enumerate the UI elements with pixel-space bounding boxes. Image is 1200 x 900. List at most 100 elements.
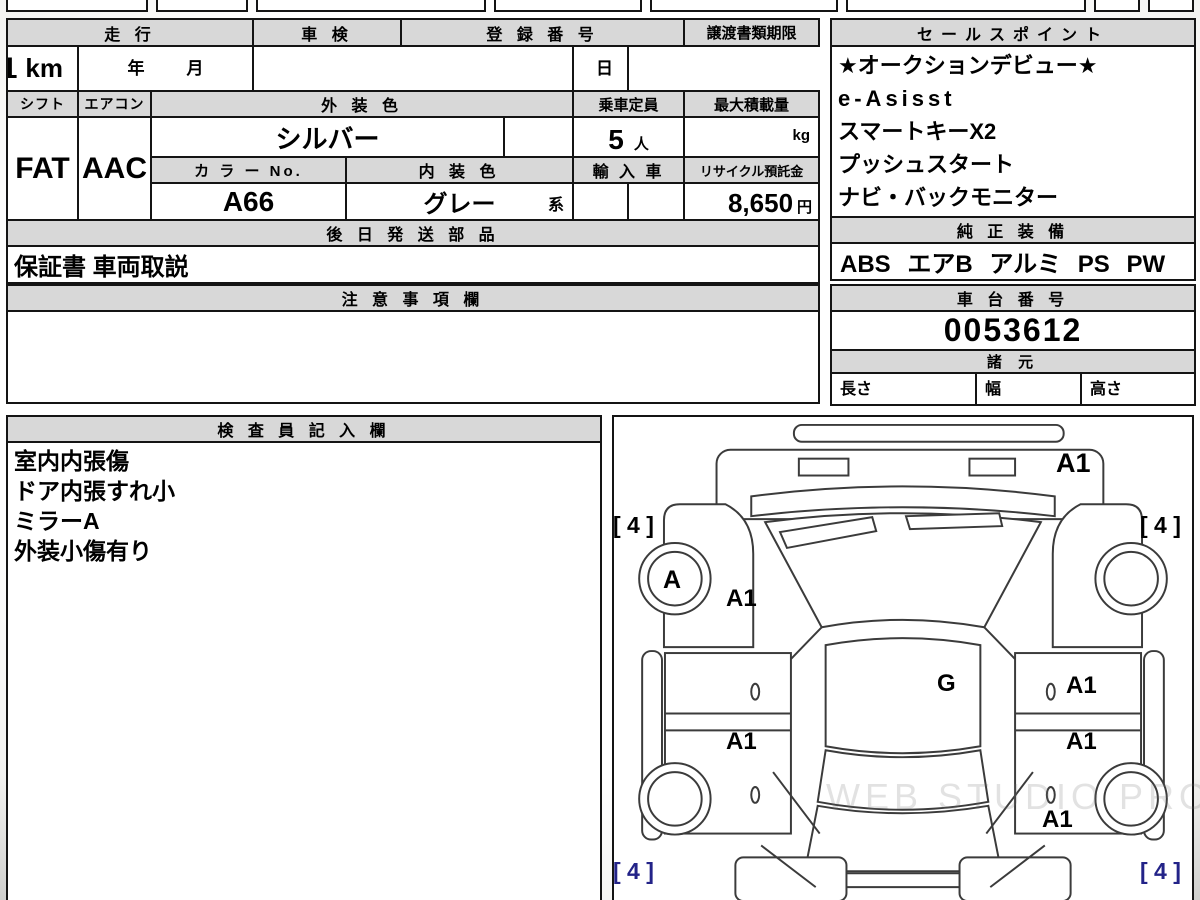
vehicle-info-table: 走 行 車 検 登 録 番 号 譲渡書類期限 32,081 km 年 月 [5, 18, 821, 284]
capacity-value: 5 [608, 124, 624, 155]
inspector-note-line: 室内内張傷 [14, 448, 129, 474]
spec-width-cell: 幅 [975, 372, 1082, 406]
remnant-cell [156, 0, 248, 12]
interior-color-suffix: 系 [548, 197, 565, 214]
shaken-header: 車 検 [252, 18, 403, 47]
damage-marker-floor-center: G [937, 670, 956, 697]
damage-marker-right-upper: A1 [1066, 672, 1097, 699]
import-car-cell-1 [572, 182, 630, 221]
aircon-value-cell: AAC [77, 116, 152, 221]
tread-depth-marker-rear-right: [ 4 ] [1140, 858, 1181, 884]
capacity-header: 乗車定員 [572, 90, 686, 118]
recycle-deposit-cell: 8,650 円 [683, 182, 821, 221]
mileage-header: 走 行 [5, 18, 255, 47]
tread-depth-marker-front-right: [ 4 ] [1140, 512, 1181, 538]
import-car-header: 輸 入 車 [572, 156, 686, 184]
later-shipped-parts-header: 後 日 発 送 部 品 [5, 219, 821, 247]
inspector-note-line: 外装小傷有り [14, 538, 152, 564]
recycle-deposit-unit: 円 [797, 199, 813, 216]
recycle-deposit-value: 8,650 [727, 188, 794, 218]
front-bumper-inset-right [968, 457, 1017, 477]
mileage-cell: 32,081 km [6, 45, 79, 92]
exterior-color-cell: シルバー [149, 116, 506, 158]
door-handle-mark [1045, 682, 1056, 701]
cautions-table: 注 意 事 項 欄 [6, 284, 820, 404]
damage-marker-front-left-wheel: A [663, 566, 682, 594]
roof-strip-shape [792, 423, 1065, 443]
later-shipped-parts-value: 保証書 車両取説 [14, 254, 189, 281]
sales-point-item: プッシュスタート [838, 152, 1015, 177]
shift-value-cell: FAT [6, 116, 79, 221]
sales-point-item: スマートキーX2 [838, 119, 997, 144]
inspector-notes-table: 検 査 員 記 入 欄 室内内張傷 ドア内張すれ小 ミラーA 外装小傷有り [6, 415, 602, 900]
inspector-notes-cell: 室内内張傷 ドア内張すれ小 ミラーA 外装小傷有り [6, 441, 602, 900]
genuine-equipment-header: 純 正 装 備 [830, 216, 1196, 244]
shift-value: FAT [15, 151, 70, 185]
exterior-color-header: 外 装 色 [149, 90, 575, 118]
spec-length-label: 長さ [840, 380, 873, 398]
front-right-wheel [1094, 541, 1168, 616]
chassis-number-header: 車 台 番 号 [829, 284, 1197, 312]
inspector-notes-header: 検 査 員 記 入 欄 [6, 415, 602, 443]
spec-width-label: 幅 [985, 380, 1002, 398]
wiper-right-shape [904, 512, 1004, 531]
registration-number-header: 登 録 番 号 [400, 18, 686, 47]
spec-height-cell: 高さ [1079, 372, 1197, 406]
door-handle-mark [750, 785, 761, 804]
damage-marker-front-bumper: A1 [1056, 448, 1091, 478]
rear-bumper-bar-lines [846, 872, 960, 889]
spec-length-cell: 長さ [830, 372, 977, 406]
shaken-cell: 年 月 [76, 45, 255, 92]
front-bumper-inset-left [797, 457, 850, 477]
aircon-header: エアコン [77, 90, 152, 118]
remnant-cell [494, 0, 642, 12]
remnant-cell [846, 0, 1086, 12]
aircon-value: AAC [82, 151, 147, 185]
cautions-header: 注 意 事 項 欄 [6, 284, 820, 312]
remnant-cell [650, 0, 838, 12]
shift-header: シフト [6, 90, 79, 118]
exterior-color-value: シルバー [275, 123, 380, 154]
damage-marker-left-door: A1 [726, 728, 757, 755]
roof-panel-shape [824, 637, 982, 755]
shaken-month-label: 月 [186, 58, 204, 78]
inspector-note-line: ドア内張すれ小 [14, 478, 175, 504]
sales-points-cell: ★オークションデビュー★ e-Asisst スマートキーX2 プッシュスタート … [830, 45, 1196, 218]
transfer-day-label: 日 [596, 58, 614, 78]
color-no-cell: A66 [149, 182, 348, 221]
color-no-value: A66 [222, 185, 275, 217]
cautions-cell [6, 310, 820, 404]
chassis-number-value: 0053612 [943, 312, 1083, 348]
color-no-header: カ ラ ー No. [149, 156, 348, 184]
sales-point-item: ★オークションデビュー★ [838, 53, 1098, 78]
shaken-year-label: 年 [127, 58, 145, 78]
remnant-cell [1094, 0, 1140, 12]
remnant-cell [1148, 0, 1194, 12]
import-car-cell-2 [627, 182, 686, 221]
auction-sheet: 走 行 車 検 登 録 番 号 譲渡書類期限 32,081 km 年 月 [0, 0, 1200, 900]
car-top-view-drawing [638, 423, 1168, 900]
door-handle-mark [750, 682, 761, 701]
mileage-value: 32,081 [9, 52, 17, 86]
rear-bumper-left-shape [734, 856, 848, 900]
sales-point-item: ナビ・バックモニター [838, 185, 1059, 210]
remnant-cell [256, 0, 486, 12]
remnant-cell [6, 0, 148, 12]
max-load-unit: kg [792, 126, 811, 144]
interior-color-header: 内 装 色 [345, 156, 575, 184]
transfer-deadline-cell: 月 日 [572, 45, 630, 92]
sales-points-table: セールスポイント ★オークションデビュー★ e-Asisst スマートキーX2 … [830, 18, 1196, 281]
max-load-header: 最大積載量 [683, 90, 821, 118]
registration-number-cell [252, 45, 575, 92]
recycle-deposit-header: リサイクル預託金 [683, 156, 821, 184]
watermark: WEB STUDIO PRO [826, 776, 1200, 817]
spec-height-label: 高さ [1090, 380, 1123, 398]
mileage-unit: km [25, 53, 63, 83]
rear-bumper-right-shape [958, 856, 1072, 900]
chassis-number-cell: 0053612 [829, 310, 1197, 351]
genuine-equipment-cell: ABS エアB アルミ PS PW [830, 242, 1196, 281]
damage-marker-right-door: A1 [1066, 728, 1097, 755]
interior-color-value: グレー [423, 191, 496, 218]
capacity-cell: 5 人 [572, 116, 686, 158]
rear-left-wheel [638, 762, 712, 836]
